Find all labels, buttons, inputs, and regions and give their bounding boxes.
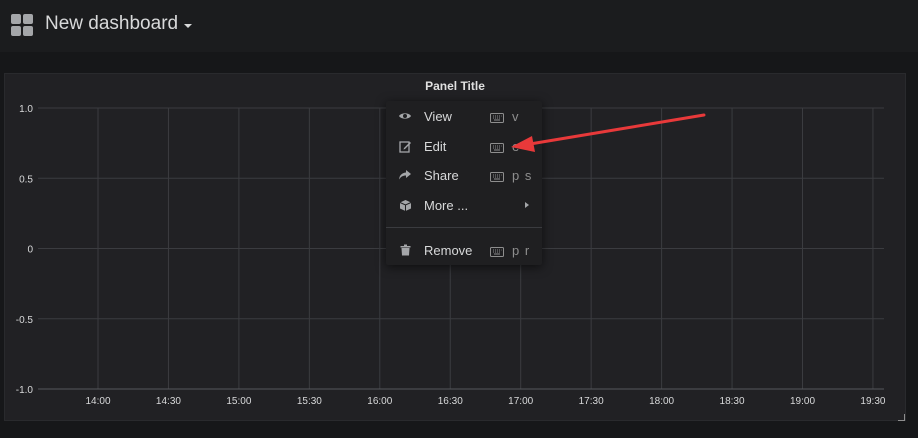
eye-icon: [398, 109, 412, 123]
trash-icon: [398, 243, 412, 257]
x-tick-label: 14:30: [156, 396, 181, 407]
x-tick-label: 17:00: [508, 396, 533, 407]
y-tick-label: 0.5: [19, 174, 33, 185]
y-tick-label: -0.5: [16, 315, 34, 326]
caret-right-icon: [525, 202, 529, 208]
panel-context-menu: View v Edit e Share p s More ... Remove …: [386, 101, 542, 265]
x-tick-label: 18:30: [720, 396, 745, 407]
x-tick-label: 19:30: [860, 396, 885, 407]
menu-item-label: Remove: [424, 242, 473, 258]
x-tick-label: 16:30: [438, 396, 463, 407]
menu-item-shortcut: v: [512, 108, 520, 124]
y-tick-label: 1.0: [19, 104, 33, 115]
menu-item-label: View: [424, 108, 452, 124]
menu-item-remove[interactable]: Remove p r: [386, 236, 542, 264]
cube-icon: [398, 198, 412, 212]
keyboard-icon: [490, 111, 504, 123]
menu-item-shortcut: p r: [512, 242, 531, 258]
menu-divider: [386, 227, 542, 228]
x-tick-label: 15:30: [297, 396, 322, 407]
keyboard-icon: [490, 141, 504, 153]
edit-icon: [398, 139, 412, 153]
x-tick-label: 17:30: [579, 396, 604, 407]
menu-item-shortcut: p s: [512, 167, 533, 183]
menu-item-shortcut: e: [512, 138, 521, 154]
menu-item-share[interactable]: Share p s: [386, 161, 542, 189]
x-tick-label: 16:00: [367, 396, 392, 407]
y-tick-label: 0: [27, 245, 33, 256]
y-tick-label: -1.0: [16, 385, 34, 396]
menu-item-label: Share: [424, 167, 459, 183]
menu-item-label: Edit: [424, 138, 447, 154]
panel-resize-handle[interactable]: [898, 414, 905, 421]
x-tick-label: 18:00: [649, 396, 674, 407]
x-tick-label: 15:00: [226, 396, 251, 407]
menu-item-edit[interactable]: Edit e: [386, 132, 542, 160]
menu-item-view[interactable]: View v: [386, 102, 542, 130]
keyboard-icon: [490, 245, 504, 257]
menu-item-label: More ...: [424, 197, 469, 213]
keyboard-icon: [490, 170, 504, 182]
menu-item-more[interactable]: More ...: [386, 191, 542, 219]
x-tick-label: 14:00: [85, 396, 110, 407]
x-tick-label: 19:00: [790, 396, 815, 407]
share-icon: [398, 168, 412, 182]
